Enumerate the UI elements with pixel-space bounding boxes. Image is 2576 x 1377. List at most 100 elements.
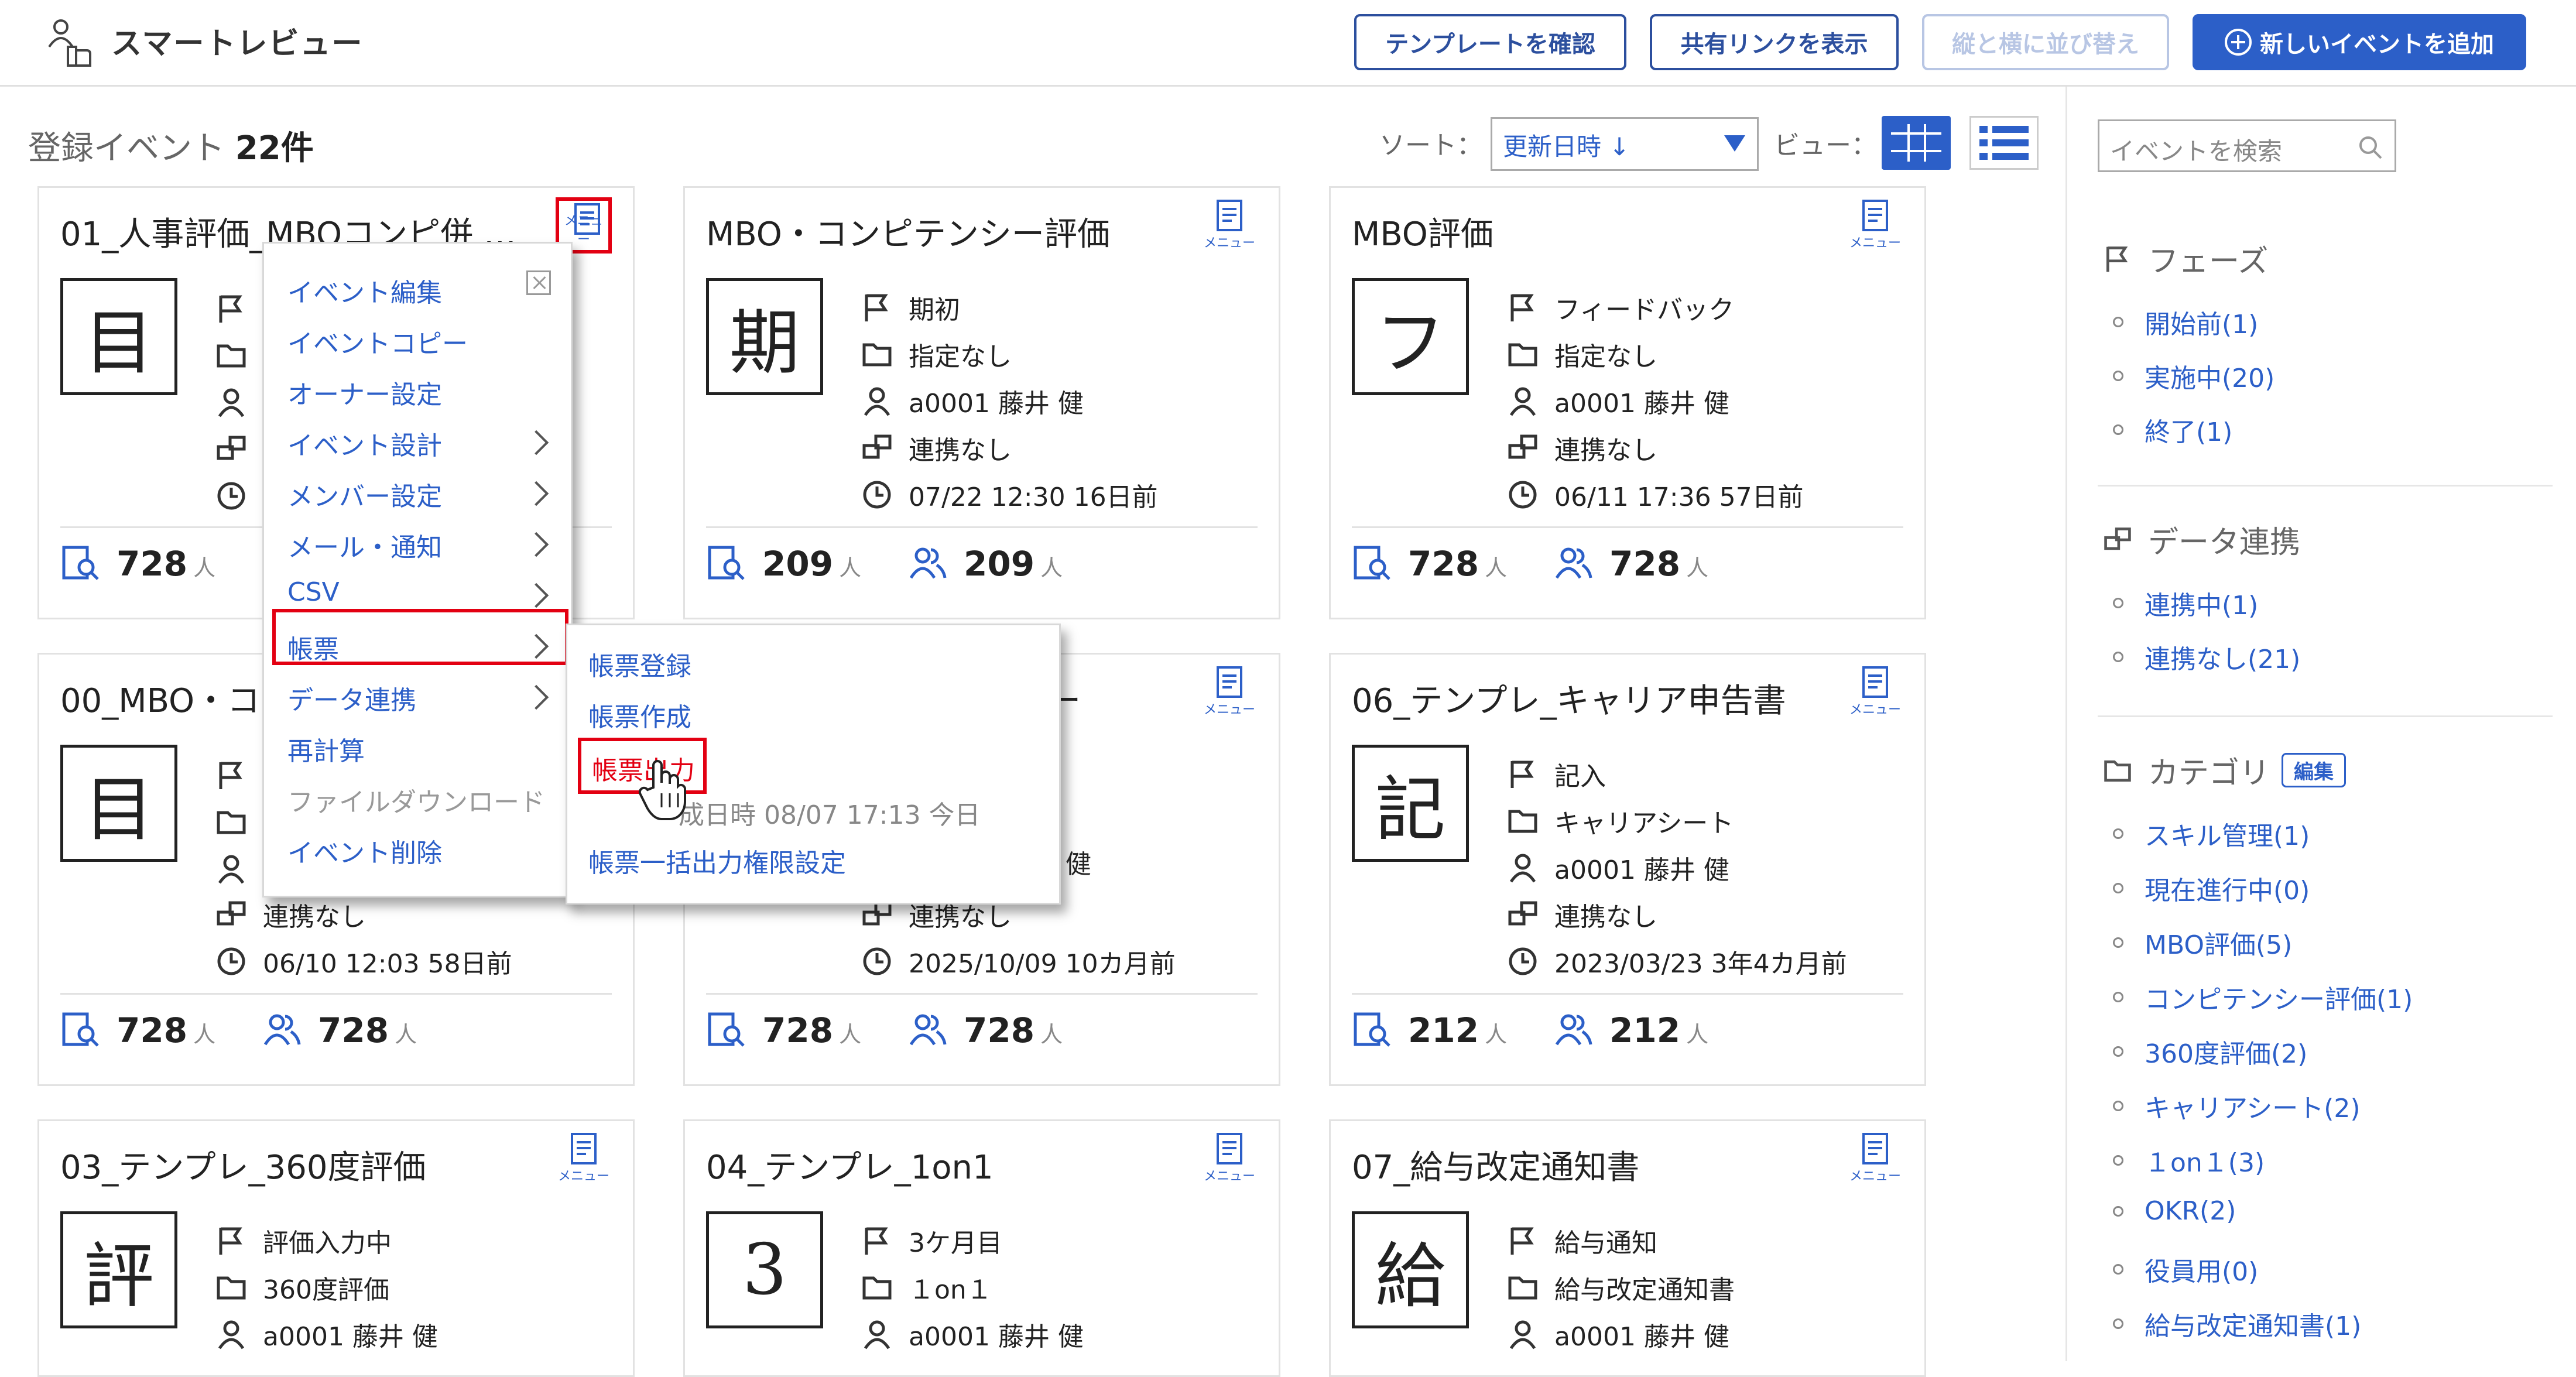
unit: 人 (1040, 555, 1063, 581)
link-icon (862, 434, 892, 459)
event-card[interactable]: 04_テンプレ_1on1 メニュー 3 3ケ月目 １on１ a0001 藤井 健 (683, 1119, 1280, 1377)
event-card[interactable]: 03_テンプレ_360度評価 メニュー 評 評価入力中 360度評価 a0001… (37, 1119, 635, 1377)
filter-category[interactable]: 給与改定通知書(1) (2113, 1305, 2361, 1342)
target-count-value: 212 (1408, 1011, 1479, 1050)
card-menu-button[interactable]: メニュー (1847, 664, 1903, 720)
category-info: 360度評価 (215, 1269, 389, 1306)
event-char-icon: 期 (706, 278, 823, 395)
section-divider (2098, 715, 2553, 717)
menu-item-owner-settings[interactable]: オーナー設定 (287, 374, 442, 411)
flag-icon (219, 762, 242, 789)
event-card-title[interactable]: 03_テンプレ_360度評価 (60, 1141, 426, 1188)
member-count: 209 人 (907, 544, 1063, 584)
card-menu-button[interactable]: メニュー (1201, 664, 1258, 720)
folder-icon (862, 1276, 892, 1300)
search-icon[interactable] (2357, 134, 2384, 161)
filter-category[interactable]: コンピテンシー評価(1) (2113, 978, 2413, 1016)
phase-text: 期初 (909, 295, 960, 325)
menu-item-forms[interactable]: 帳票 (287, 628, 339, 666)
event-card[interactable]: MBO・コンピテンシー評価 メニュー 期 期初 指定なし a0001 藤井 健 … (683, 186, 1280, 619)
filter-phase-before[interactable]: 開始前(1) (2113, 303, 2258, 341)
menu-item-copy-event[interactable]: イベントコピー (287, 323, 468, 360)
filter-category[interactable]: １on１(3) (2113, 1142, 2265, 1179)
grid-view-icon[interactable] (1882, 116, 1951, 170)
menu-item-delete-event[interactable]: イベント削除 (287, 832, 442, 869)
menu-item-member-settings[interactable]: メンバー設定 (287, 475, 442, 513)
card-menu-button[interactable]: メニュー (1201, 1131, 1258, 1187)
date-text: 06/10 12:03 58日前 (263, 949, 512, 979)
filter-category[interactable]: スキル管理(1) (2113, 815, 2310, 852)
clock-icon (1509, 947, 1537, 975)
data-link-section-header: データ連携 (2102, 518, 2300, 561)
menu-label: メニュー (557, 1169, 609, 1184)
event-card-title[interactable]: 06_テンプレ_キャリア申告書 (1352, 674, 1786, 722)
card-menu-button[interactable]: メニュー (1201, 197, 1258, 254)
event-card[interactable]: 07_給与改定通知書 メニュー 給 給与通知 給与改定通知書 a0001 藤井 … (1329, 1119, 1926, 1377)
show-share-link-button[interactable]: 共有リンクを表示 (1650, 14, 1899, 70)
menu-item-file-download[interactable]: ファイルダウンロード (287, 781, 545, 818)
view-template-button[interactable]: テンプレートを確認 (1354, 14, 1626, 70)
category-edit-button[interactable]: 編集 (2282, 753, 2347, 787)
menu-item-recalculate[interactable]: 再計算 (287, 730, 365, 768)
user-icon (1509, 1320, 1536, 1349)
user-icon (1509, 387, 1536, 416)
close-icon[interactable] (526, 270, 551, 295)
menu-item-mail-notification[interactable]: メール・通知 (287, 526, 442, 564)
event-card-title[interactable]: MBO評価 (1352, 208, 1493, 255)
card-menu-button[interactable]: メニュー (556, 1131, 612, 1187)
submenu-item-create-form[interactable]: 帳票作成 (588, 696, 691, 734)
event-search-input[interactable]: イベントを検索 (2098, 119, 2396, 172)
category-text: 360度評価 (263, 1275, 389, 1305)
event-card-title[interactable]: 04_テンプレ_1on1 (706, 1141, 994, 1188)
link-text: 連携なし (1554, 436, 1657, 465)
menu-item-edit-event[interactable]: イベント編集 (287, 272, 442, 309)
menu-item-csv[interactable]: CSV (287, 577, 340, 607)
date-text: 07/22 12:30 16日前 (909, 482, 1158, 512)
filter-phase-ended[interactable]: 終了(1) (2113, 411, 2232, 448)
date-info: 06/10 12:03 58日前 (215, 943, 512, 980)
filter-category[interactable]: 現在進行中(0) (2113, 869, 2310, 907)
flag-icon (1510, 1227, 1534, 1255)
filter-category[interactable]: キャリアシート(2) (2113, 1087, 2361, 1125)
event-char-icon: 記 (1352, 745, 1469, 862)
date-info: 2023/03/23 3年4カ月前 (1506, 943, 1847, 980)
filter-category[interactable]: MBO評価(5) (2113, 924, 2292, 961)
menu-label: メニュー (1203, 703, 1255, 717)
submenu-item-register-form[interactable]: 帳票登録 (588, 645, 691, 683)
target-count-value: 728 (117, 1011, 188, 1050)
menu-item-data-link[interactable]: データ連携 (287, 679, 416, 717)
category-info: 指定なし (861, 335, 1012, 373)
target-count: 728 人 (60, 544, 215, 584)
flag-icon (865, 294, 888, 321)
card-menu-button[interactable]: メニュー (1847, 197, 1903, 254)
filter-category[interactable]: 役員用(0) (2113, 1251, 2258, 1288)
event-count-prefix: 登録イベント (28, 129, 225, 167)
document-icon (1862, 666, 1888, 698)
filter-phase-active[interactable]: 実施中(20) (2113, 357, 2274, 395)
sort-select[interactable]: 更新日時 ↓ (1491, 117, 1759, 171)
link-icon (1508, 901, 1537, 926)
user-icon (864, 1320, 890, 1349)
event-card[interactable]: 06_テンプレ_キャリア申告書 メニュー 記 記入 キャリアシート a0001 … (1329, 653, 1926, 1086)
add-event-button[interactable]: 新しいイベントを追加 (2193, 14, 2526, 70)
event-card-title[interactable]: 00_MBO・コ (60, 674, 260, 722)
list-view-icon[interactable] (1969, 116, 2039, 170)
filter-not-linked[interactable]: 連携なし(21) (2113, 638, 2300, 676)
filter-category[interactable]: 360度評価(2) (2113, 1033, 2307, 1070)
user-icon (1509, 854, 1536, 883)
event-card[interactable]: MBO評価 メニュー フ フィードバック 指定なし a0001 藤井 健 連携な… (1329, 186, 1926, 619)
unit: 人 (395, 1022, 417, 1047)
phase-text: 記入 (1554, 762, 1606, 792)
target-count-value: 209 (762, 544, 834, 584)
event-card-title[interactable]: 07_給与改定通知書 (1352, 1141, 1639, 1188)
owner-text: a0001 藤井 健 (909, 389, 1084, 419)
link-icon (2104, 527, 2131, 550)
filter-linked[interactable]: 連携中(1) (2113, 584, 2258, 622)
submenu-item-bulk-output-permission[interactable]: 帳票一括出力権限設定 (588, 842, 846, 879)
menu-item-event-design[interactable]: イベント設計 (287, 424, 442, 462)
user-icon (218, 1320, 245, 1349)
card-menu-button[interactable]: メニュー (1847, 1131, 1903, 1187)
filter-category[interactable]: OKR(2) (2113, 1196, 2236, 1226)
arrange-button[interactable]: 縦と横に並び替え (1922, 14, 2169, 70)
event-card-title[interactable]: MBO・コンピテンシー評価 (706, 208, 1110, 255)
